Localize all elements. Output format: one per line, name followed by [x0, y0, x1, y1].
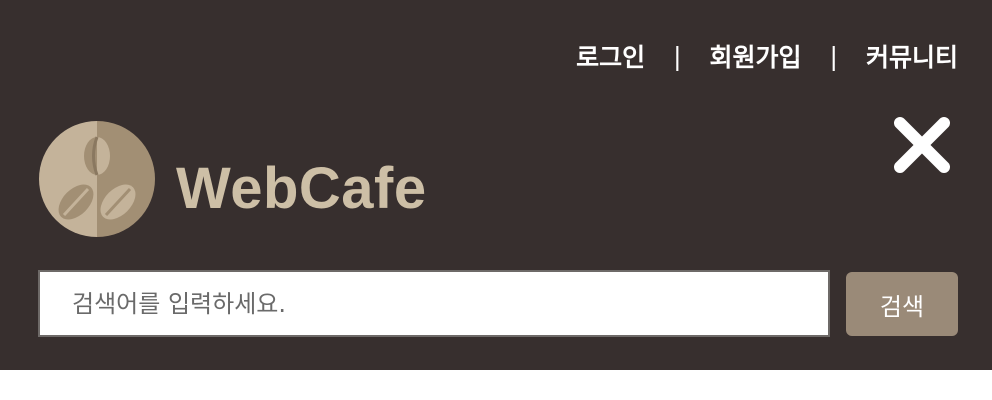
nav-separator: |: [829, 41, 838, 71]
logo-text: WebCafe: [176, 155, 427, 221]
close-icon: [894, 117, 950, 173]
signup-link[interactable]: 회원가입: [710, 38, 802, 74]
community-link[interactable]: 커뮤니티: [866, 38, 958, 74]
search-input[interactable]: [38, 270, 830, 337]
search-button[interactable]: 검색: [846, 272, 958, 336]
close-button[interactable]: [893, 116, 951, 174]
nav-separator: |: [673, 41, 682, 71]
top-nav: 로그인 | 회원가입 | 커뮤니티: [576, 38, 958, 74]
site-logo[interactable]: WebCafe: [38, 120, 427, 238]
login-link[interactable]: 로그인: [576, 38, 645, 74]
site-header: 로그인 | 회원가입 | 커뮤니티 WebCafe 검색어를 입력하세요. 검색: [0, 0, 992, 370]
coffee-bean-logo-icon: [39, 121, 155, 237]
